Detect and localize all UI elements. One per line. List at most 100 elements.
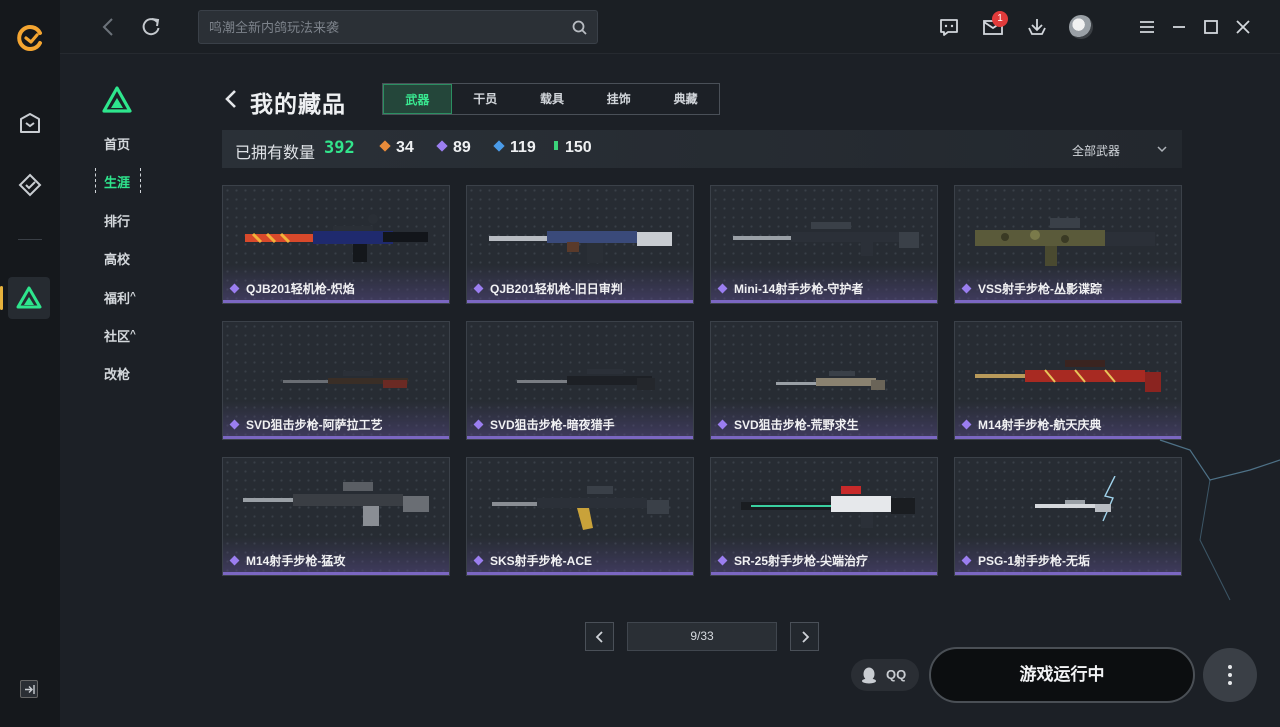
more-dot [1228, 665, 1232, 669]
weapon-image [1035, 476, 1116, 522]
weapon-card[interactable]: M14射手步枪-航天庆典 [954, 321, 1182, 440]
nav-item-community[interactable]: 社区^ [104, 326, 136, 345]
tier-orange-count: 34 [379, 139, 414, 157]
rarity-gem-icon [229, 419, 240, 430]
weapon-image [975, 218, 1155, 266]
rarity-gem-icon [229, 555, 240, 566]
minimize-icon[interactable] [1168, 16, 1190, 38]
qq-button[interactable]: QQ [851, 659, 919, 691]
page-back-icon[interactable] [222, 88, 242, 110]
rarity-gem-icon [961, 555, 972, 566]
avatar[interactable] [1069, 15, 1093, 39]
tab-operators[interactable]: 干员 [452, 84, 519, 114]
nav-item-benefits-caret: ^ [130, 291, 136, 302]
nav-item-community-label: 社区 [104, 329, 131, 344]
tier-purple-value: 89 [453, 139, 471, 156]
close-icon[interactable] [1232, 16, 1254, 38]
blue-gem-icon [493, 140, 505, 152]
weapon-image [283, 371, 408, 388]
weapon-name-label: SKS射手步枪-ACE [490, 554, 593, 568]
rarity-strip [467, 300, 693, 303]
nav-item-gunsmith[interactable]: 改枪 [104, 364, 130, 383]
nav-item-rank[interactable]: 排行 [104, 211, 130, 230]
weapon-name-label: SR-25射手步枪-尖端治疗 [734, 554, 869, 568]
download-icon[interactable] [1026, 16, 1048, 38]
bag-icon[interactable] [17, 110, 43, 136]
active-indicator [0, 286, 3, 310]
delta-force-app-button[interactable] [8, 277, 50, 319]
collection-tabs: 武器 干员 载具 挂饰 典藏 [382, 83, 720, 115]
rarity-strip [955, 436, 1181, 439]
page-title: 我的藏品 [250, 91, 346, 117]
weapon-name-label: SVD狙击步枪-阿萨拉工艺 [246, 418, 383, 432]
top-bar [60, 0, 1280, 54]
search-input[interactable] [209, 11, 559, 43]
rarity-strip [223, 572, 449, 575]
weapon-name: SVD狙击步枪-荒野求生 [717, 416, 859, 433]
chevron-down-icon[interactable] [1156, 143, 1168, 155]
weapon-card[interactable]: QJB201轻机枪-炽焰 [222, 185, 450, 304]
weapon-image [492, 486, 669, 530]
weapon-card[interactable]: QJB201轻机枪-旧日审判 [466, 185, 694, 304]
weapon-image [741, 486, 915, 528]
weapon-filter-dropdown[interactable]: 全部武器 [1072, 142, 1120, 159]
weapon-name: M14射手步枪-航天庆典 [961, 416, 1101, 433]
chat-icon[interactable] [938, 16, 960, 38]
maximize-icon[interactable] [1200, 16, 1222, 38]
rarity-strip [955, 572, 1181, 575]
nav-item-career[interactable]: 生涯 [104, 172, 130, 191]
weapon-card[interactable]: SR-25射手步枪-尖端治疗 [710, 457, 938, 576]
search-icon[interactable] [572, 20, 587, 35]
rarity-gem-icon [229, 283, 240, 294]
nav-item-community-caret: ^ [130, 329, 136, 340]
menu-icon[interactable] [1136, 16, 1158, 38]
wegame-logo-icon[interactable] [16, 24, 44, 52]
weapon-card[interactable]: SVD狙击步枪-荒野求生 [710, 321, 938, 440]
page-indicator[interactable]: 9/33 [627, 622, 777, 651]
weapon-name-label: Mini-14射手步枪-守护者 [734, 282, 864, 296]
more-options-button[interactable] [1203, 648, 1257, 702]
weapon-card[interactable]: Mini-14射手步枪-守护者 [710, 185, 938, 304]
weapon-name: PSG-1射手步枪-无垢 [961, 552, 1090, 569]
tab-charms[interactable]: 挂饰 [585, 84, 652, 114]
rarity-strip [223, 300, 449, 303]
rarity-gem-icon [717, 283, 728, 294]
owned-label: 已拥有数量 [235, 145, 316, 162]
weapon-card[interactable]: SKS射手步枪-ACE [466, 457, 694, 576]
weapon-grid: QJB201轻机枪-炽焰 QJB201轻机枪-旧日审判 Mini-14射手步枪-… [222, 185, 1182, 576]
weapon-name-label: SVD狙击步枪-暗夜猎手 [490, 418, 615, 432]
prev-page-button[interactable] [585, 622, 614, 651]
next-page-button[interactable] [790, 622, 819, 651]
game-library-icon[interactable] [17, 172, 43, 198]
game-running-button[interactable]: 游戏运行中 [929, 647, 1195, 703]
tab-collection[interactable]: 典藏 [652, 84, 719, 114]
weapon-name-label: VSS射手步枪-丛影谍踪 [978, 282, 1103, 296]
weapon-name: SVD狙击步枪-阿萨拉工艺 [229, 416, 383, 433]
nav-item-college[interactable]: 高校 [104, 249, 130, 268]
weapon-card[interactable]: SVD狙击步枪-暗夜猎手 [466, 321, 694, 440]
rail-divider [18, 239, 42, 240]
weapon-card[interactable]: SVD狙击步枪-阿萨拉工艺 [222, 321, 450, 440]
collapse-sidebar-icon[interactable] [20, 680, 38, 698]
search-box[interactable] [198, 10, 598, 44]
back-icon[interactable] [98, 16, 120, 38]
weapon-card[interactable]: VSS射手步枪-丛影谍踪 [954, 185, 1182, 304]
weapon-name: QJB201轻机枪-旧日审判 [473, 280, 623, 297]
owned-stats-bar: 已拥有数量 392 34 89 119 150 全部武器 [222, 130, 1182, 168]
qq-label: QQ [886, 667, 907, 682]
weapon-name: SR-25射手步枪-尖端治疗 [717, 552, 869, 569]
weapon-card[interactable]: M14射手步枪-猛攻 [222, 457, 450, 576]
refresh-icon[interactable] [140, 16, 162, 38]
tab-weapons[interactable]: 武器 [383, 84, 452, 114]
rarity-gem-icon [473, 419, 484, 430]
tier-blue-count: 119 [493, 139, 536, 157]
weapon-name: QJB201轻机枪-炽焰 [229, 280, 355, 297]
weapon-image [245, 214, 428, 262]
weapon-card[interactable]: PSG-1射手步枪-无垢 [954, 457, 1182, 576]
nav-item-benefits-label: 福利 [104, 291, 131, 306]
nav-item-home[interactable]: 首页 [104, 134, 130, 153]
tab-vehicles[interactable]: 载具 [519, 84, 586, 114]
weapon-image [733, 222, 919, 256]
rarity-strip [711, 436, 937, 439]
nav-item-benefits[interactable]: 福利^ [104, 288, 136, 307]
